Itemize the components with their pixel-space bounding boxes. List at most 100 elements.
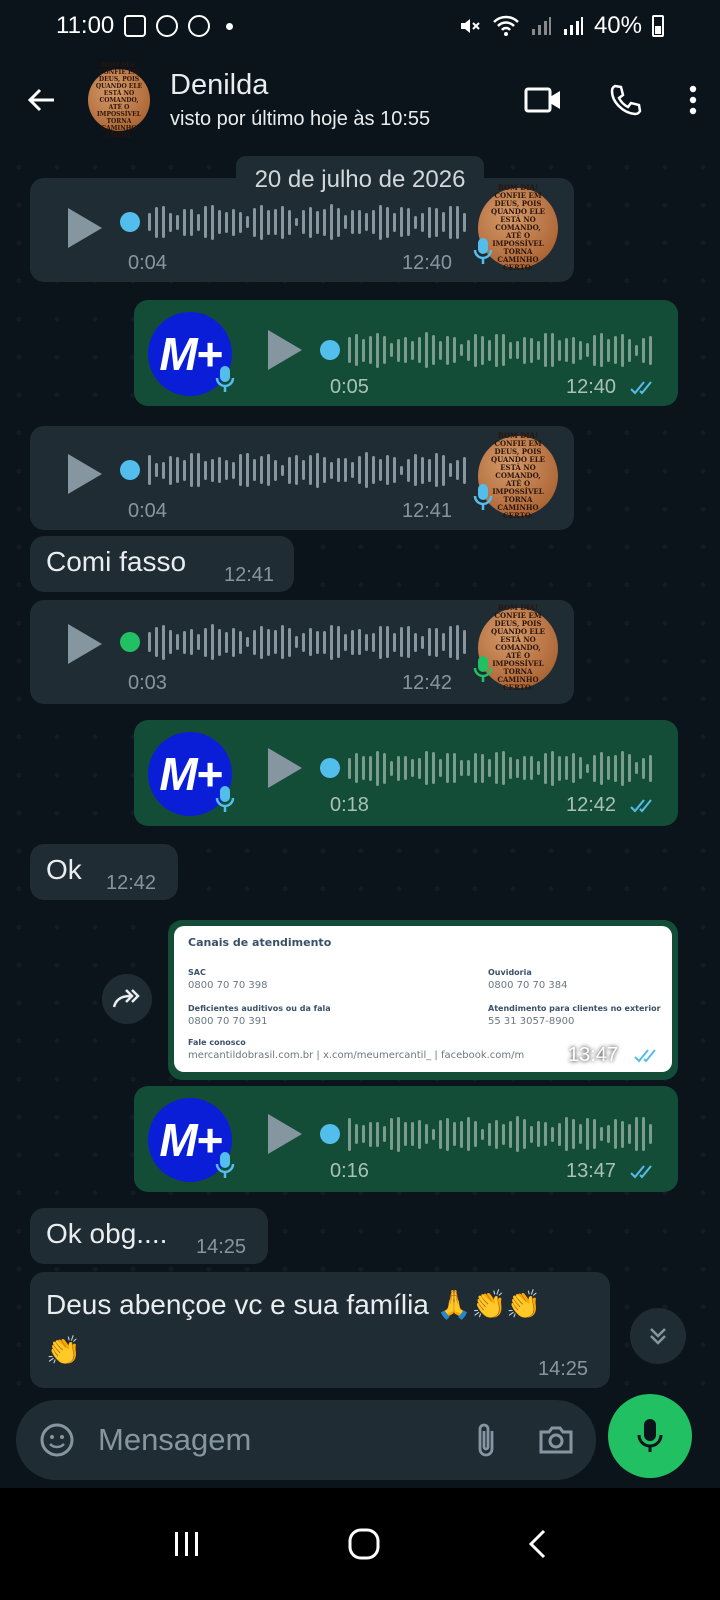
audio-progress-knob[interactable] <box>120 632 140 652</box>
audio-waveform[interactable] <box>348 330 652 370</box>
attachment-icon[interactable] <box>474 1421 498 1459</box>
play-icon[interactable] <box>268 1114 302 1154</box>
avatar-label: M+ <box>159 328 222 380</box>
chat-area[interactable]: 20 de julho de 2026 0:04 12:40 BOM DIA! … <box>0 148 720 1400</box>
play-icon[interactable] <box>68 208 102 248</box>
message-text: Deus abençoe vc e sua família 🙏👏👏 <box>46 1289 542 1320</box>
system-nav-bar <box>0 1488 720 1600</box>
message-time: 12:40 <box>402 252 453 274</box>
read-ticks-icon <box>630 799 652 813</box>
mic-icon <box>473 484 493 510</box>
mic-icon <box>473 656 493 682</box>
card-sac-label: SAC <box>188 968 206 977</box>
chat-header: BOM DIA! CONFIE EM DEUS, POIS QUANDO ELE… <box>0 52 720 148</box>
audio-message-incoming[interactable]: 0:04 12:41 BOM DIA! CONFIE EM DEUS, POIS… <box>30 426 574 530</box>
play-icon[interactable] <box>268 330 302 370</box>
card-sac-value: 0800 70 70 398 <box>188 980 268 991</box>
card-title: Canais de atendimento <box>188 936 332 949</box>
status-time: 11:00 <box>56 12 115 39</box>
audio-duration: 0:16 <box>330 1160 369 1182</box>
play-icon[interactable] <box>268 748 302 788</box>
phone-call-icon[interactable] <box>608 83 642 117</box>
arrow-left-icon <box>27 88 54 112</box>
signal-icon <box>531 17 551 35</box>
message-time: 12:42 <box>402 672 453 694</box>
audio-message-outgoing[interactable]: M+ 0:18 12:42 <box>134 720 678 826</box>
back-button[interactable] <box>22 80 62 120</box>
audio-progress-knob[interactable] <box>320 758 340 778</box>
avatar-text: BOM DIA! CONFIE EM DEUS, POIS QUANDO ELE… <box>95 61 143 139</box>
audio-progress-knob[interactable] <box>320 340 340 360</box>
signal-icon <box>563 17 583 35</box>
audio-message-incoming[interactable]: 0:03 12:42 BOM DIA! CONFIE EM DEUS, POIS… <box>30 600 574 704</box>
read-ticks-icon <box>634 1049 656 1063</box>
text-message-incoming[interactable]: Deus abençoe vc e sua família 🙏👏👏 👏 14:2… <box>30 1272 610 1388</box>
text-message-incoming[interactable]: Ok 12:42 <box>30 844 178 900</box>
avatar-text: BOM DIA! CONFIE EM DEUS, POIS QUANDO ELE… <box>490 183 545 272</box>
date-chip: 20 de julho de 2026 <box>236 156 484 204</box>
recent-apps-icon[interactable] <box>172 1530 202 1558</box>
play-icon[interactable] <box>68 454 102 494</box>
message-text-line2: 👏 <box>46 1335 81 1366</box>
card-fale-value: mercantildobrasil.com.br | x.com/meumerc… <box>188 1050 525 1061</box>
video-call-icon[interactable] <box>524 85 562 115</box>
message-text: Ok obg.... <box>46 1218 168 1249</box>
audio-message-outgoing[interactable]: M+ 0:16 13:47 <box>134 1086 678 1192</box>
audio-progress-knob[interactable] <box>120 460 140 480</box>
message-time: 13:47 <box>568 1044 619 1066</box>
audio-message-outgoing[interactable]: M+ 0:05 12:40 <box>134 300 678 406</box>
audio-progress-knob[interactable] <box>320 1124 340 1144</box>
card-ouvidoria-label: Ouvidoria <box>488 968 532 977</box>
audio-duration: 0:18 <box>330 794 369 816</box>
text-message-incoming[interactable]: Comi fasso 12:41 <box>30 536 294 592</box>
status-bar: 11:00 40% <box>0 0 720 52</box>
message-text: Comi fasso <box>46 546 187 577</box>
card-deficientes-value: 0800 70 70 391 <box>188 1016 268 1027</box>
notification-dot-icon <box>226 22 234 30</box>
camera-icon[interactable] <box>538 1424 574 1456</box>
audio-waveform[interactable] <box>148 202 466 242</box>
whatsapp-business-icon <box>156 15 179 37</box>
battery-icon <box>652 15 664 37</box>
audio-waveform[interactable] <box>148 450 466 490</box>
message-time: 12:40 <box>566 376 617 398</box>
audio-duration: 0:05 <box>330 376 369 398</box>
contact-avatar[interactable]: BOM DIA! CONFIE EM DEUS, POIS QUANDO ELE… <box>88 62 150 139</box>
scroll-to-bottom-button[interactable] <box>630 1308 686 1364</box>
message-time: 14:25 <box>196 1236 247 1258</box>
image-message-outgoing[interactable]: Canais de atendimento SAC 0800 70 70 398… <box>168 920 678 1080</box>
sticker-emoji-icon[interactable] <box>38 1421 76 1459</box>
voice-record-button[interactable] <box>608 1394 692 1478</box>
more-options-icon[interactable] <box>688 85 698 115</box>
whatsapp-icon <box>188 15 211 37</box>
audio-waveform[interactable] <box>348 1114 652 1154</box>
play-icon[interactable] <box>68 624 102 664</box>
audio-duration: 0:04 <box>128 500 167 522</box>
gallery-icon <box>124 15 147 37</box>
home-icon[interactable] <box>347 1527 381 1561</box>
audio-waveform[interactable] <box>148 622 466 662</box>
read-ticks-icon <box>630 381 652 395</box>
message-input[interactable]: Mensagem <box>16 1400 596 1480</box>
card-exterior-value: 55 31 3057-8900 <box>488 1016 575 1027</box>
text-message-incoming[interactable]: Ok obg.... 14:25 <box>30 1208 268 1264</box>
avatar-label: M+ <box>159 1114 222 1166</box>
mic-icon <box>215 786 235 812</box>
contact-info[interactable]: Denilda visto por último hoje às 10:55 <box>170 69 430 131</box>
audio-progress-knob[interactable] <box>120 212 140 232</box>
forward-button[interactable] <box>102 974 152 1024</box>
message-time: 12:42 <box>566 794 617 816</box>
audio-waveform[interactable] <box>348 748 652 788</box>
audio-duration: 0:04 <box>128 252 167 274</box>
card-deficientes-label: Deficientes auditivos ou da fala <box>188 1004 331 1013</box>
wifi-icon <box>493 15 519 36</box>
double-chevron-down-icon <box>650 1328 666 1345</box>
message-time: 12:41 <box>402 500 453 522</box>
battery-percent: 40% <box>593 12 642 39</box>
mic-icon <box>473 238 493 264</box>
contact-name: Denilda <box>170 69 269 101</box>
read-ticks-icon <box>630 1165 652 1179</box>
back-nav-icon[interactable] <box>526 1528 548 1560</box>
mic-icon <box>215 1152 235 1178</box>
mic-icon <box>637 1419 663 1452</box>
